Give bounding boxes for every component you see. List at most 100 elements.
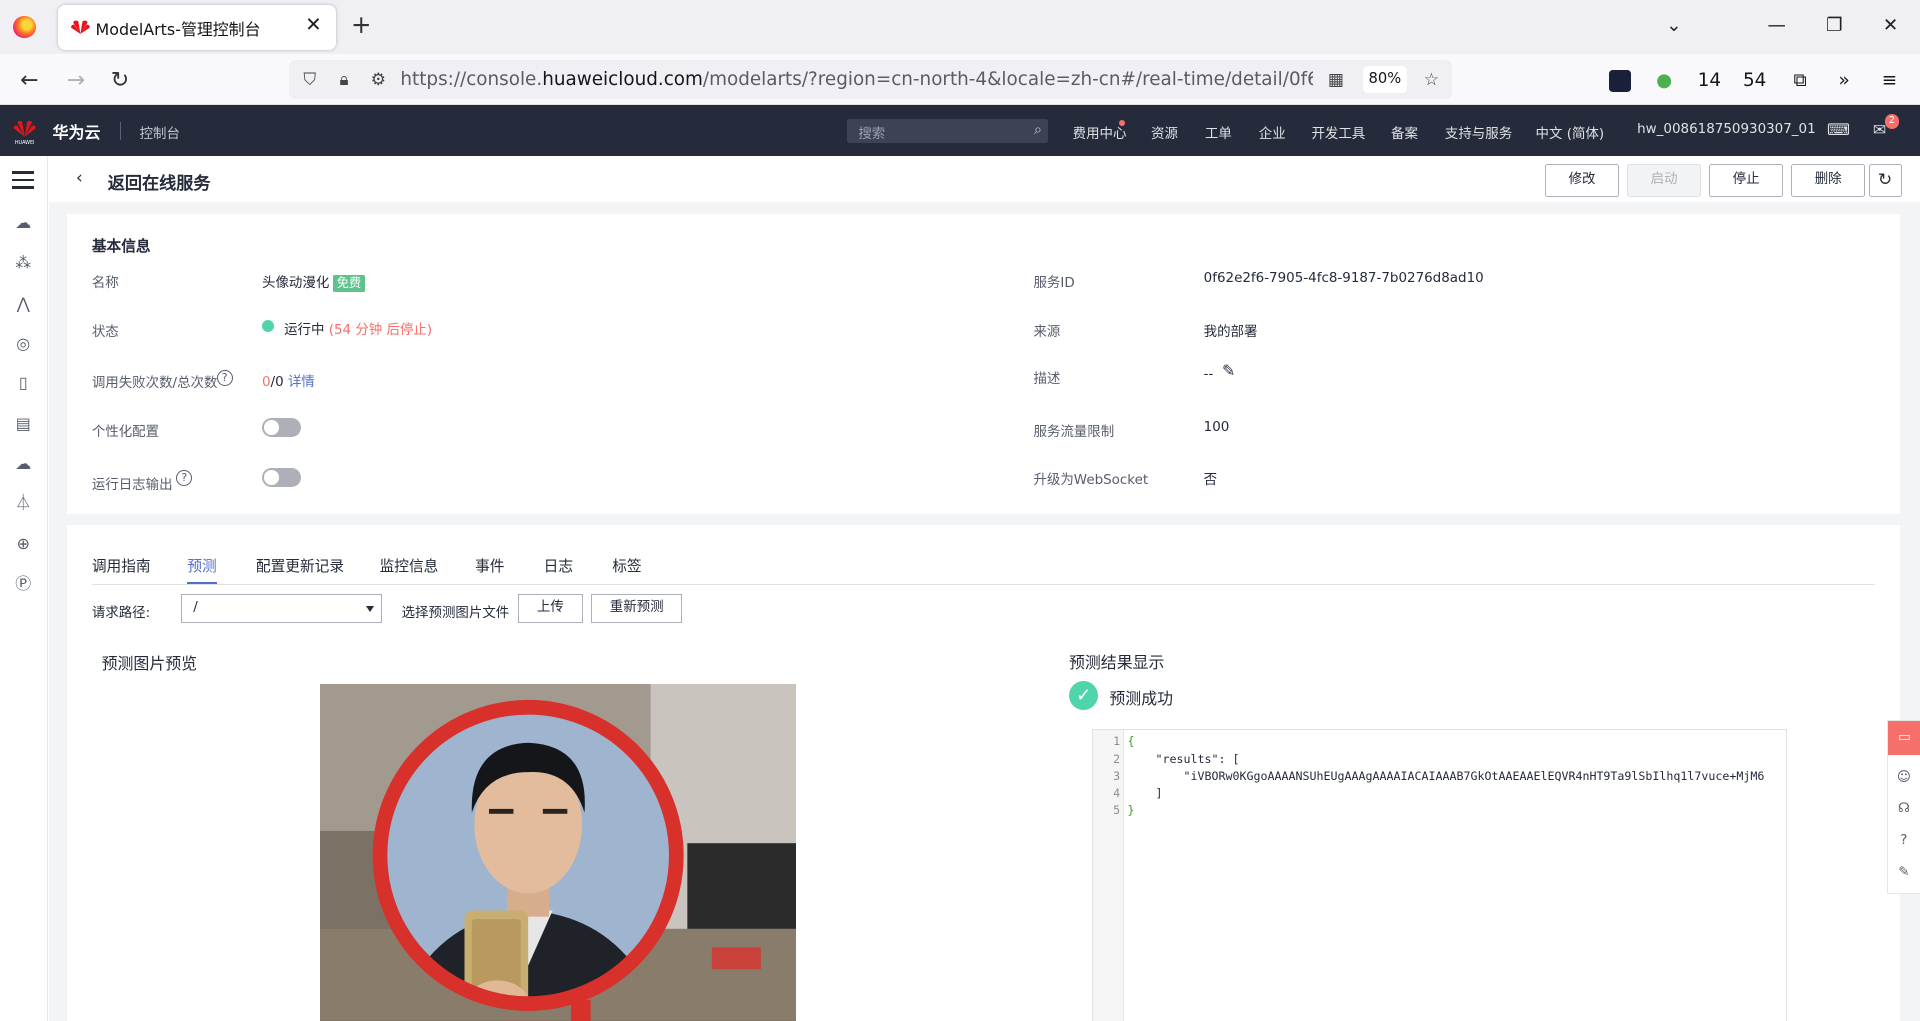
stop-button[interactable]: 停止	[1709, 164, 1783, 198]
back-to-online-services[interactable]: 返回在线服务	[108, 169, 211, 194]
new-tab-icon[interactable]: +	[349, 13, 373, 37]
tab-logs[interactable]: 日志	[544, 555, 573, 576]
request-path-label: 请求路径:	[91, 606, 151, 622]
dropdown-chevron-icon[interactable]	[365, 605, 374, 612]
tab-call-guide[interactable]: 调用指南	[92, 555, 151, 576]
minimize-window-icon[interactable]: —	[1763, 13, 1790, 40]
notes-icon[interactable]: ✎	[1894, 863, 1914, 883]
run-log-help-icon[interactable]: ?	[176, 470, 193, 487]
edit-pencil-icon[interactable]: ✎	[1222, 361, 1235, 380]
request-path-value: /	[193, 599, 198, 615]
url-text[interactable]: https://console.huaweicloud.com/modelart…	[400, 69, 1312, 90]
websocket-value: 否	[1203, 472, 1218, 488]
status-label: 状态	[91, 324, 119, 340]
cluster-icon[interactable]: ⁂	[12, 252, 34, 274]
globe-icon[interactable]: ⊕	[12, 533, 34, 555]
description-label: 描述	[1033, 372, 1061, 388]
tab-monitoring[interactable]: 监控信息	[380, 555, 439, 576]
upload-button[interactable]: 上传	[517, 593, 583, 624]
fail-count-help-icon[interactable]: ?	[216, 369, 233, 386]
code-line: ]	[1127, 785, 1163, 800]
cloud-shell-icon[interactable]: ⌨	[1827, 120, 1850, 140]
tab-events[interactable]: 事件	[475, 555, 504, 576]
start-button[interactable]: 启动	[1627, 164, 1701, 198]
document-icon[interactable]: ▤	[12, 413, 34, 435]
extension-count-2[interactable]: 54	[1739, 69, 1771, 93]
reload-icon[interactable]: ↻	[105, 66, 134, 95]
zoom-level[interactable]: 80%	[1362, 66, 1407, 94]
close-tab-icon[interactable]: ✕	[301, 13, 325, 37]
browser-tab-title: ModelArts-管理控制台	[95, 20, 261, 40]
refresh-icon[interactable]: ↻	[1868, 164, 1902, 198]
huawei-logo-icon[interactable]: HUAWEI	[10, 116, 39, 146]
nav-language[interactable]: 中文 (简体)	[1536, 122, 1605, 142]
image-preview-title: 预测图片预览	[101, 654, 198, 674]
nav-billing[interactable]: 费用中心	[1073, 122, 1127, 142]
modify-button[interactable]: 修改	[1545, 164, 1619, 198]
line-number: 1	[1113, 734, 1121, 749]
device-icon[interactable]: ▯	[12, 372, 34, 394]
line-number: 3	[1113, 768, 1121, 783]
tracking-shield-icon[interactable]: ⛉	[299, 69, 321, 91]
status-value: 运行中 (54 分钟 后停止)	[284, 323, 433, 339]
overflow-chevron-icon[interactable]: »	[1832, 69, 1856, 93]
code-line: "results": [	[1127, 751, 1240, 766]
extension-count-1[interactable]: 14	[1693, 69, 1725, 93]
extension-chart-icon[interactable]	[1608, 69, 1632, 92]
tab-list-chevron-down-icon[interactable]: ⌄	[1660, 13, 1687, 40]
prediction-input-image	[319, 684, 796, 1021]
cloud-icon[interactable]: ☁	[12, 453, 34, 475]
address-bar[interactable]: ⛉ 🔒︎ ⚙ https://console.huaweicloud.com/m…	[288, 59, 1453, 100]
feedback-chat-icon[interactable]: ▭	[1887, 721, 1920, 756]
database-icon[interactable]: ◎	[12, 333, 34, 355]
line-number: 5	[1113, 803, 1121, 818]
browser-tab-modelarts[interactable]: ModelArts-管理控制台 ✕	[57, 4, 336, 51]
smiley-icon[interactable]: ☺	[1894, 768, 1914, 788]
qr-code-icon[interactable]: ▦	[1325, 69, 1347, 91]
model-icon[interactable]: ⋀	[12, 293, 34, 315]
permissions-icon[interactable]: ⚙	[367, 69, 389, 91]
nav-resources[interactable]: 资源	[1151, 122, 1178, 142]
nav-dev-tools[interactable]: 开发工具	[1311, 122, 1365, 142]
search-icon[interactable]: ⌕	[1034, 121, 1042, 138]
browser-tab-bar: ModelArts-管理控制台 ✕ + ⌄ — ❐ ✕	[0, 0, 1920, 54]
forward-arrow-icon[interactable]: →	[61, 66, 90, 95]
service-name: 头像动漫化 免费	[262, 271, 365, 292]
nav-filing[interactable]: 备案	[1391, 122, 1418, 142]
detail-link[interactable]: 详情	[288, 375, 315, 390]
delete-button[interactable]: 删除	[1791, 164, 1865, 198]
back-arrow-icon[interactable]: ←	[15, 66, 44, 95]
nav-support[interactable]: 支持与服务	[1445, 122, 1512, 142]
tab-tags[interactable]: 标签	[612, 555, 641, 576]
tab-predict[interactable]: 预测	[187, 555, 216, 576]
tab-config-history[interactable]: 配置更新记录	[256, 555, 344, 576]
success-check-icon: ✓	[1068, 680, 1099, 711]
repredict-button[interactable]: 重新预测	[591, 593, 683, 624]
customer-service-icon[interactable]: ☊	[1894, 799, 1914, 819]
firefox-menu-icon[interactable]	[13, 15, 36, 38]
console-link[interactable]: 控制台	[140, 122, 180, 142]
cloud-server-icon[interactable]: ☁	[12, 212, 34, 234]
ip-icon[interactable]: Ⓟ	[12, 573, 34, 595]
menu-hamburger-icon[interactable]	[12, 171, 35, 189]
global-search-input[interactable]: 搜索 ⌕	[847, 118, 1049, 144]
lock-icon[interactable]: 🔒︎	[333, 69, 355, 91]
nav-account[interactable]: hw_008618750930307_01	[1637, 122, 1816, 137]
extension-green-icon[interactable]: ●	[1652, 69, 1676, 93]
nav-tickets[interactable]: 工单	[1205, 122, 1232, 142]
help-icon[interactable]: ?	[1894, 831, 1914, 851]
app-menu-icon[interactable]: ≡	[1877, 69, 1901, 93]
restore-window-icon[interactable]: ❐	[1821, 13, 1848, 40]
bookmark-star-icon[interactable]: ☆	[1420, 69, 1442, 91]
deploy-icon[interactable]: ⏃	[12, 492, 34, 514]
result-code-viewer[interactable]: 1 2 3 4 5 { "results": [ "iVBORw0KGgoAAA…	[1092, 728, 1787, 1021]
nav-enterprise[interactable]: 企业	[1259, 122, 1286, 142]
extensions-puzzle-icon[interactable]: ⧉	[1788, 69, 1812, 93]
brand-name[interactable]: 华为云	[53, 120, 101, 143]
basic-info-card: 基本信息 名称 头像动漫化 免费 状态 运行中 (54 分钟 后停止) 调用失败次…	[67, 214, 1901, 515]
back-chevron-icon[interactable]: ‹	[76, 168, 83, 188]
run-log-toggle[interactable]	[262, 467, 302, 488]
request-path-select[interactable]: /	[181, 593, 383, 624]
close-window-icon[interactable]: ✕	[1877, 13, 1904, 40]
custom-config-toggle[interactable]	[262, 417, 302, 438]
